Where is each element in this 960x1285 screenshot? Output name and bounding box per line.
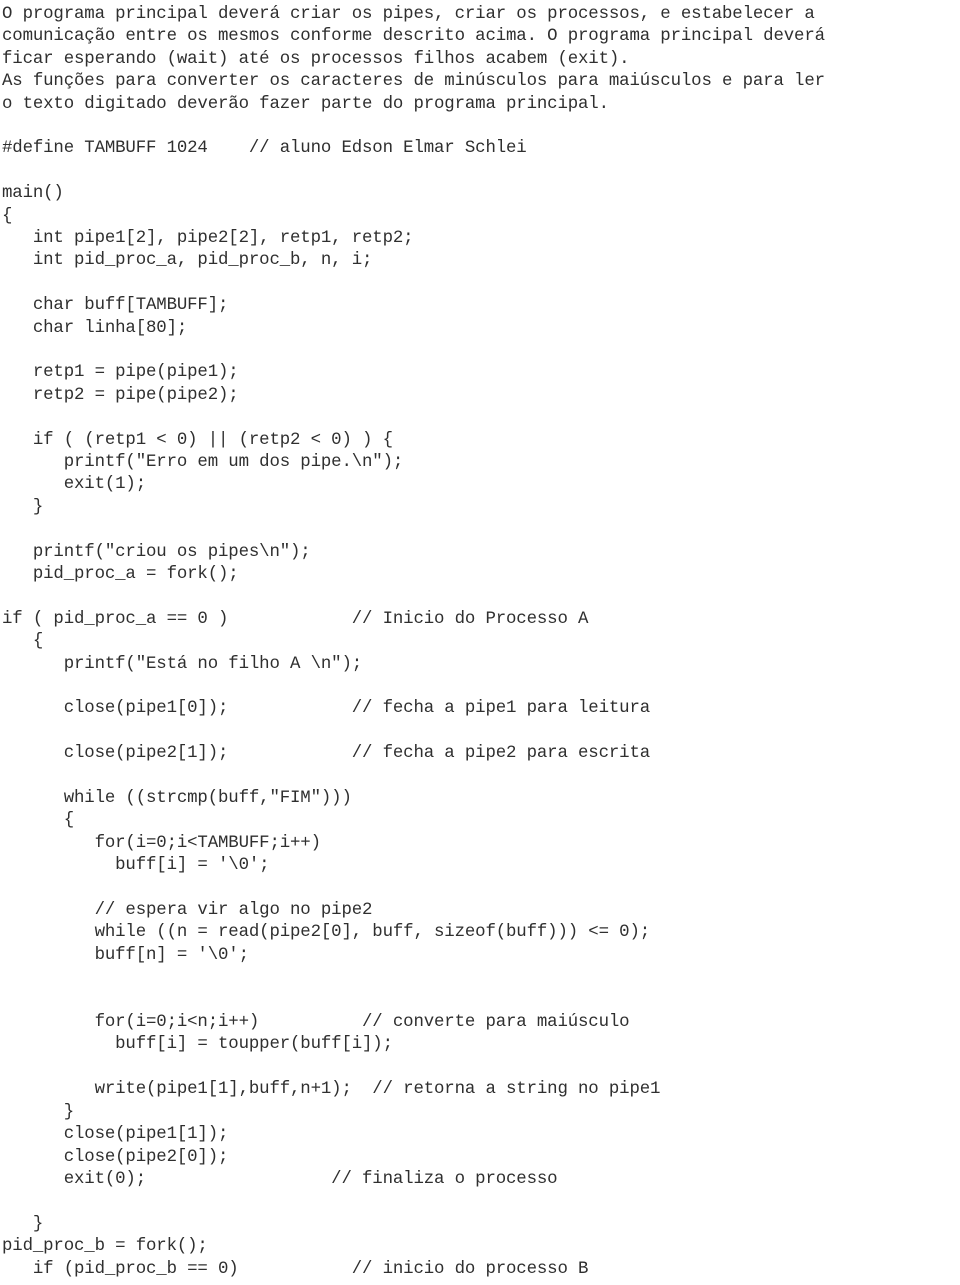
- code-line: pid_proc_a = fork();: [2, 565, 239, 585]
- code-line: while ((strcmp(buff,"FIM"))): [2, 789, 352, 809]
- code-line: pid_proc_b = fork();: [2, 1237, 208, 1257]
- code-line: printf("Está no filho A \n");: [2, 654, 363, 674]
- document-body: O programa principal deverá criar os pip…: [0, 0, 960, 1281]
- code-line: close(pipe1[0]); // fecha a pipe1 para l…: [2, 699, 651, 719]
- code-line: while ((n = read(pipe2[0], buff, sizeof(…: [2, 923, 651, 943]
- code-line: {: [2, 632, 44, 652]
- document-page: O programa principal deverá criar os pip…: [0, 0, 960, 1285]
- intro-paragraph: O programa principal deverá criar os pip…: [2, 5, 825, 114]
- code-line: buff[i] = '\0';: [2, 856, 270, 876]
- code-line: int pid_proc_a, pid_proc_b, n, i;: [2, 251, 373, 271]
- code-line: close(pipe1[1]);: [2, 1125, 229, 1145]
- code-line: }: [2, 1214, 44, 1234]
- code-line: char buff[TAMBUFF];: [2, 296, 229, 316]
- code-line: if ( (retp1 < 0) || (retp2 < 0) ) {: [2, 430, 393, 450]
- code-line: {: [2, 206, 13, 226]
- code-line: }: [2, 497, 44, 517]
- code-line: close(pipe2[0]);: [2, 1147, 229, 1167]
- code-line: retp1 = pipe(pipe1);: [2, 363, 239, 383]
- code-line: printf("criou os pipes\n");: [2, 542, 311, 562]
- code-listing: #define TAMBUFF 1024 // aluno Edson Elma…: [2, 138, 960, 1281]
- code-line: buff[n] = '\0';: [2, 945, 249, 965]
- code-line: for(i=0;i<n;i++) // converte para maiúsc…: [2, 1013, 630, 1033]
- code-line: // espera vir algo no pipe2: [2, 901, 373, 921]
- code-line: printf("Erro em um dos pipe.\n");: [2, 453, 404, 473]
- code-line: close(pipe2[1]); // fecha a pipe2 para e…: [2, 744, 651, 764]
- code-line: buff[i] = toupper(buff[i]);: [2, 1035, 393, 1055]
- code-line: if (pid_proc_b == 0) // inicio do proces…: [2, 1259, 589, 1279]
- code-line: main(): [2, 184, 64, 204]
- code-line: int pipe1[2], pipe2[2], retp1, retp2;: [2, 229, 414, 249]
- code-line: #define TAMBUFF 1024 // aluno Edson Elma…: [2, 139, 527, 159]
- code-line: exit(1);: [2, 475, 147, 495]
- code-line: }: [2, 1102, 75, 1122]
- code-line: {: [2, 811, 75, 831]
- code-line: for(i=0;i<TAMBUFF;i++): [2, 833, 321, 853]
- code-line: char linha[80];: [2, 318, 188, 338]
- code-line: write(pipe1[1],buff,n+1); // retorna a s…: [2, 1080, 661, 1100]
- code-line: if ( pid_proc_a == 0 ) // Inicio do Proc…: [2, 609, 589, 629]
- code-line: exit(0); // finaliza o processo: [2, 1169, 558, 1189]
- code-line: retp2 = pipe(pipe2);: [2, 385, 239, 405]
